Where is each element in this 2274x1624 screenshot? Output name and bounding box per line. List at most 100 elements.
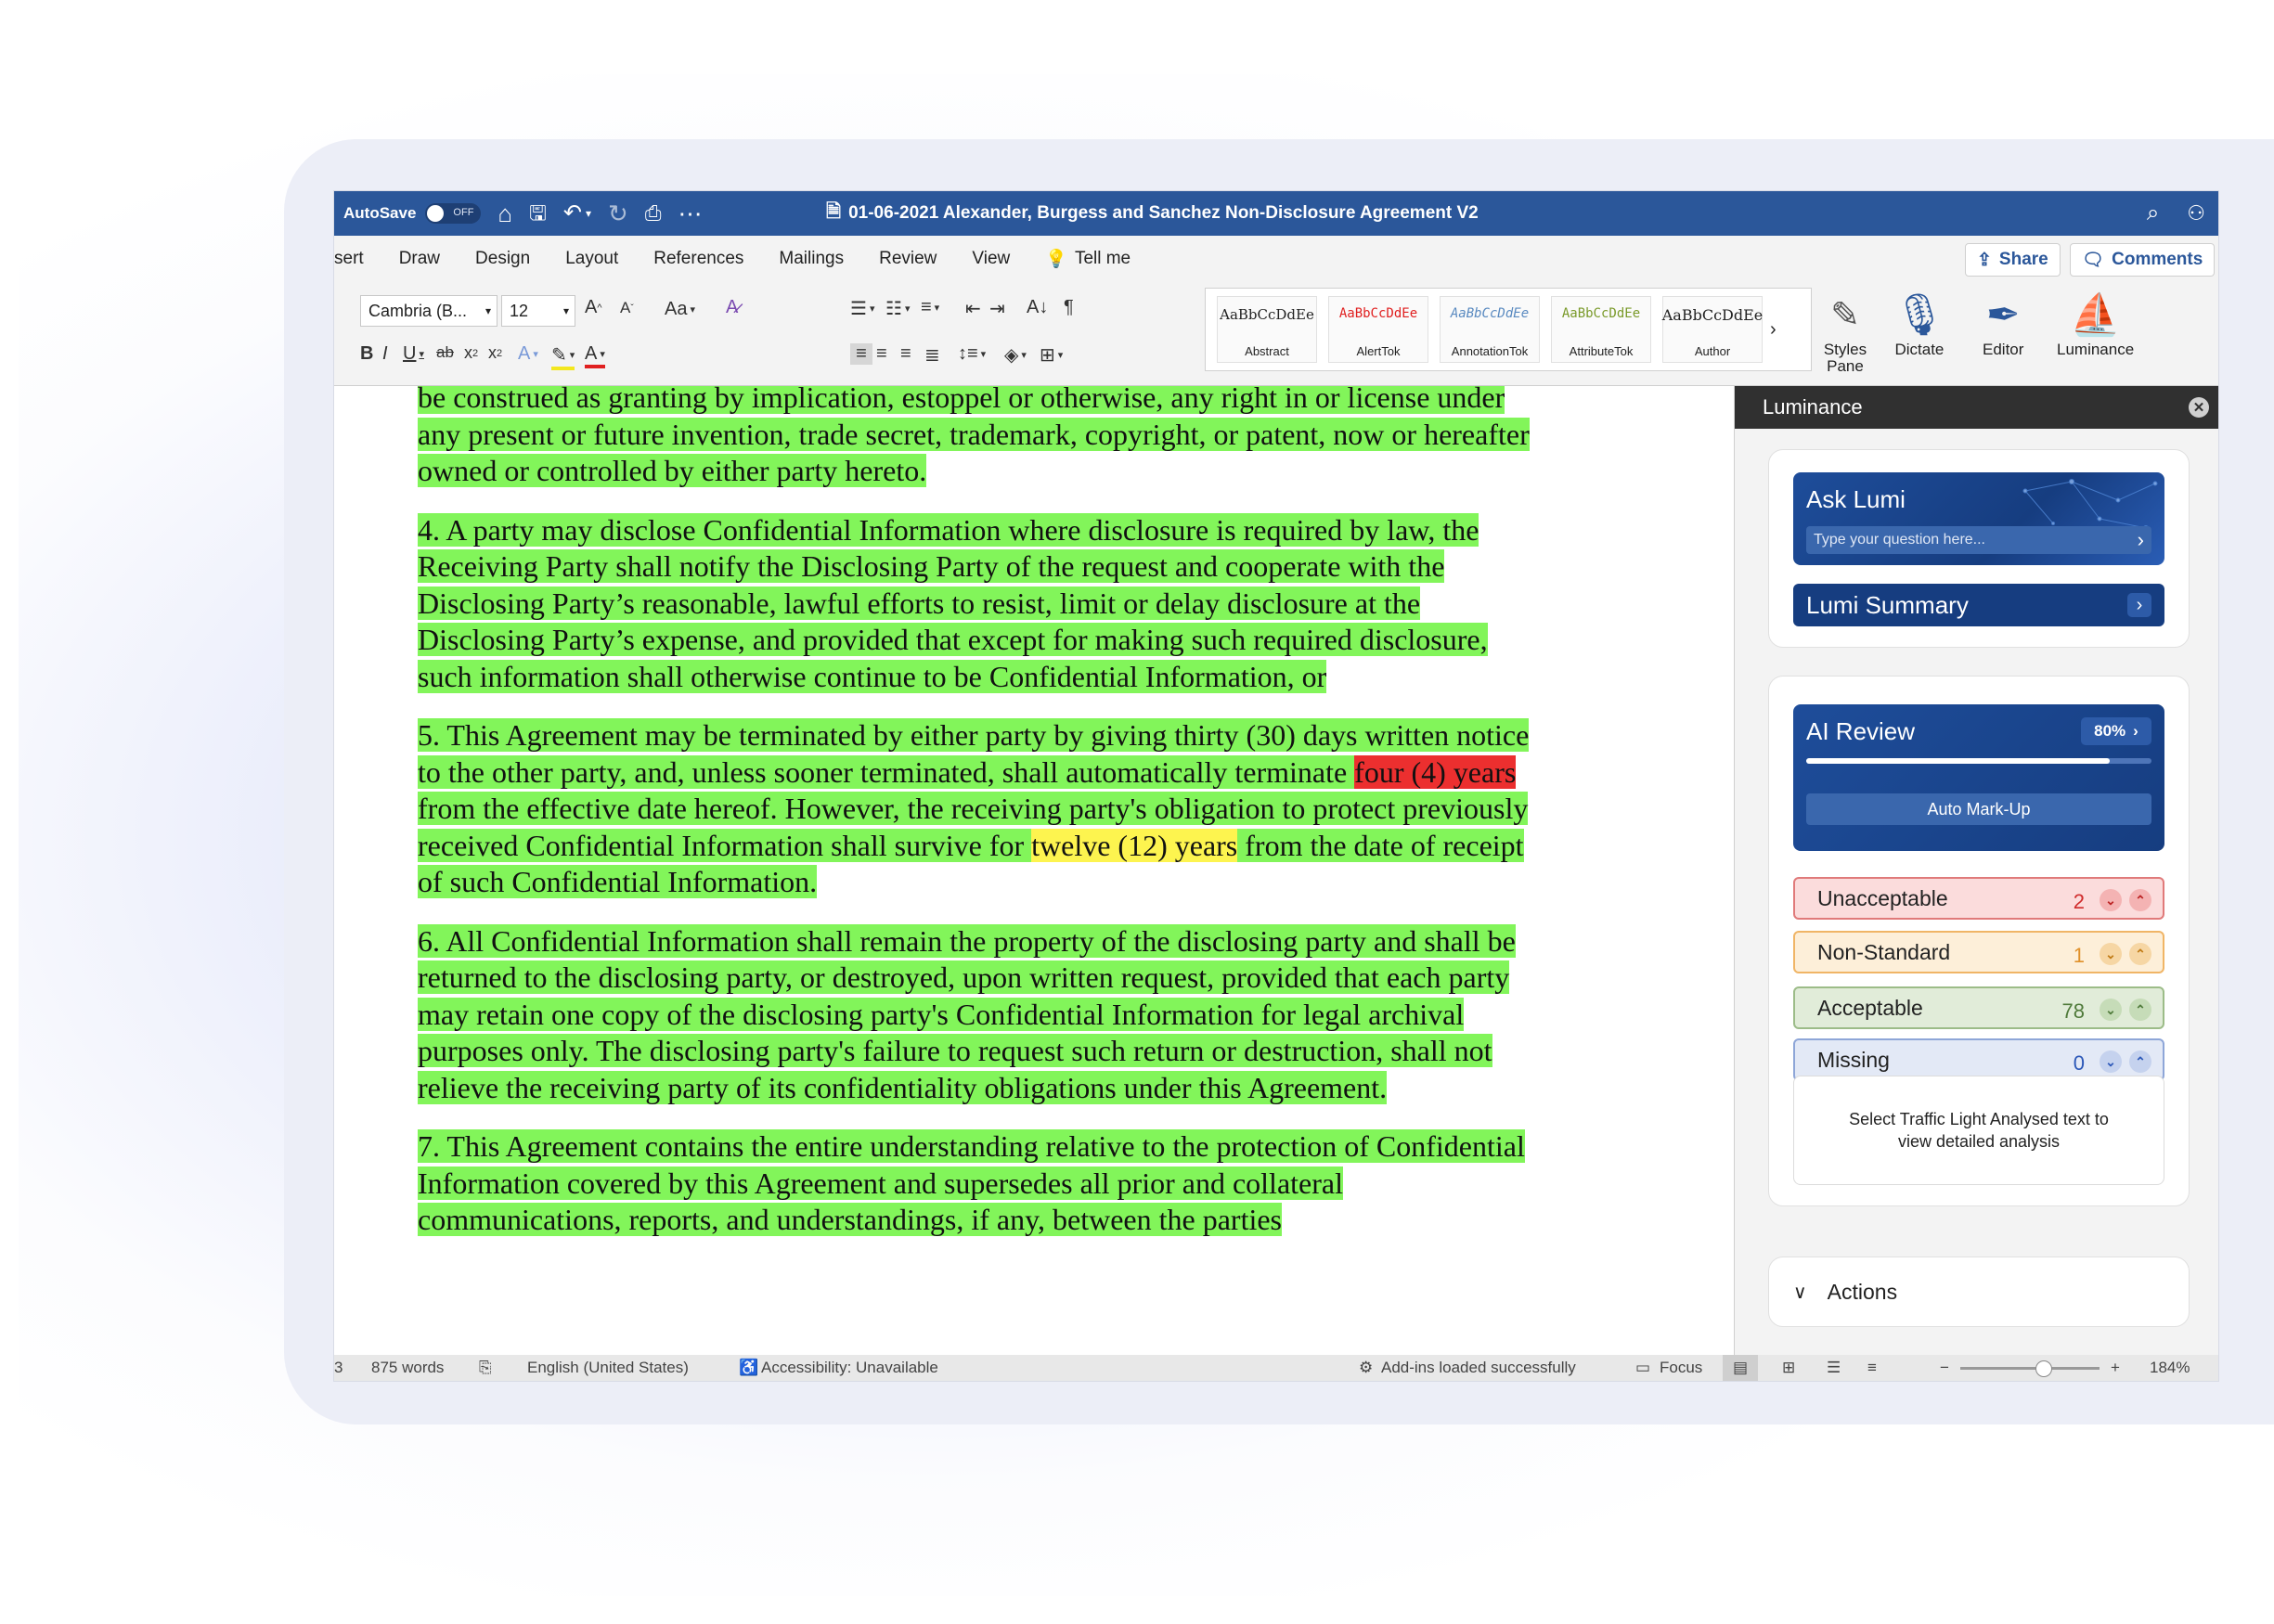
tab-review[interactable]: Review (879, 249, 937, 269)
style-attributetok[interactable]: AaBbCcDdEe AttributeTok (1551, 296, 1651, 363)
word-count[interactable]: 875 words (371, 1359, 444, 1377)
chevron-up-icon[interactable]: ⌃ (2129, 943, 2151, 965)
strikethrough-icon[interactable]: ab (436, 343, 454, 362)
paragraph-4[interactable]: 4. A party may disclose Confidential Inf… (418, 512, 1531, 696)
lumi-summary-button[interactable]: Lumi Summary › (1793, 584, 2164, 626)
search-icon[interactable]: ⌕ (2147, 200, 2159, 226)
increase-indent-icon[interactable]: ⇥ (989, 297, 1005, 320)
paragraph-6[interactable]: 6. All Confidential Information shall re… (418, 923, 1531, 1107)
sort-icon[interactable]: A↓ (1027, 297, 1048, 318)
font-color-icon[interactable]: A ▾ (585, 343, 605, 368)
green-highlight-text[interactable]: 4. A party may disclose Confidential Inf… (418, 512, 1488, 693)
clear-format-icon[interactable]: A̷ (726, 297, 738, 318)
actions-section[interactable]: ∨ Actions (1768, 1257, 2190, 1327)
tab-design[interactable]: Design (475, 249, 530, 269)
green-highlight-text[interactable]: 7. This Agreement contains the entire un… (418, 1129, 1525, 1236)
subscript-icon[interactable]: x2 (464, 343, 478, 363)
chevron-down-icon[interactable]: ⌄ (2100, 889, 2122, 911)
paragraph-mark-icon[interactable]: ¶ (1064, 297, 1074, 318)
bold-icon[interactable]: B (360, 343, 373, 365)
font-name-select[interactable]: Cambria (B... ▾ (360, 295, 497, 327)
tab-layout[interactable]: Layout (565, 249, 618, 269)
focus-mode[interactable]: Focus (1660, 1359, 1702, 1377)
home-icon[interactable]: ⌂ (497, 201, 512, 226)
tell-me[interactable]: 💡 Tell me (1045, 248, 1131, 270)
account-icon[interactable]: ⚇ (2187, 201, 2205, 226)
change-case-icon[interactable]: Aa ▾ (665, 299, 695, 320)
draft-icon[interactable]: ≡ (1867, 1359, 1877, 1377)
zoom-slider[interactable] (1960, 1360, 2100, 1377)
styles-pane-button[interactable]: ✎ Styles Pane (1817, 290, 1873, 375)
font-size-select[interactable]: 12 ▾ (501, 295, 575, 327)
align-right-icon[interactable]: ≡ (900, 343, 911, 365)
print-layout-icon[interactable]: ▤ (1723, 1355, 1758, 1381)
tab-view[interactable]: View (972, 249, 1010, 269)
category-acceptable[interactable]: Acceptable 78 ⌄ ⌃ (1793, 986, 2164, 1029)
chevron-up-icon[interactable]: ⌃ (2129, 999, 2151, 1021)
yellow-highlight-text[interactable]: twelve (12) years (1031, 828, 1238, 862)
language[interactable]: English (United States) (527, 1359, 689, 1377)
italic-icon[interactable]: I (382, 343, 388, 365)
paragraph-3-end[interactable]: be construed as granting by implication,… (418, 386, 1531, 490)
zoom-level[interactable]: 184% (2150, 1359, 2190, 1377)
page-indicator[interactable]: 3 (334, 1359, 342, 1377)
tab-references[interactable]: References (653, 249, 743, 269)
decrease-indent-icon[interactable]: ⇤ (965, 297, 981, 320)
tab-mailings[interactable]: Mailings (779, 249, 844, 269)
green-highlight-text[interactable]: be construed as granting by implication,… (418, 386, 1530, 487)
comments-button[interactable]: 🗨 Comments (2070, 243, 2216, 277)
gallery-next-icon[interactable]: › (1770, 319, 1777, 341)
share-button[interactable]: ⇪ Share (1965, 243, 2061, 277)
style-alerttok[interactable]: AaBbCcDdEe AlertTok (1328, 296, 1428, 363)
category-non-standard[interactable]: Non-Standard 1 ⌄ ⌃ (1793, 931, 2164, 973)
chevron-down-icon[interactable]: ⌄ (2100, 943, 2122, 965)
outline-icon[interactable]: ☰ (1827, 1359, 1841, 1377)
multilevel-list-icon[interactable]: ≡ ▾ (921, 297, 939, 318)
red-highlight-text[interactable]: four (4) years (1354, 754, 1517, 789)
justify-icon[interactable]: ≣ (924, 343, 940, 367)
chevron-up-icon[interactable]: ⌃ (2129, 889, 2151, 911)
accessibility-status[interactable]: Accessibility: Unavailable (761, 1359, 938, 1377)
undo-icon[interactable]: ↶ ▾ (563, 201, 591, 226)
chevron-down-icon[interactable]: ⌄ (2100, 999, 2122, 1021)
redo-icon[interactable]: ↻ (608, 201, 628, 226)
tab-insert[interactable]: sert (334, 249, 364, 269)
luminance-button[interactable]: ⛵ Luminance (2057, 290, 2134, 358)
paragraph-5[interactable]: 5. This Agreement may be terminated by e… (418, 717, 1531, 901)
align-left-icon[interactable]: ≡ (850, 343, 872, 365)
grow-font-icon[interactable]: A ^ (585, 297, 602, 318)
dictate-button[interactable]: 🎙 Dictate (1893, 290, 1945, 358)
chevron-up-icon[interactable]: ⌃ (2129, 1050, 2151, 1073)
ask-lumi-input[interactable]: Type your question here... › (1806, 526, 2151, 554)
tab-draw[interactable]: Draw (399, 249, 440, 269)
superscript-icon[interactable]: x2 (488, 343, 502, 363)
highlight-icon[interactable]: ✎ ▾ (551, 343, 575, 370)
paragraph-7[interactable]: 7. This Agreement contains the entire un… (418, 1128, 1531, 1239)
zoom-in-icon[interactable]: + (2111, 1359, 2120, 1377)
style-annotationtok[interactable]: AaBbCcDdEe AnnotationTok (1440, 296, 1540, 363)
ai-review-percent[interactable]: 80% › (2081, 717, 2151, 745)
style-abstract[interactable]: AaBbCcDdEe Abstract (1217, 296, 1317, 363)
proofing-icon[interactable]: ⎘ (479, 1359, 492, 1377)
print-icon[interactable]: ⎙ (645, 201, 662, 226)
more-icon[interactable]: ⋯ (678, 201, 702, 226)
document-area[interactable]: be construed as granting by implication,… (334, 386, 1734, 1355)
text-effects-icon[interactable]: A ▾ (518, 343, 538, 365)
category-unacceptable[interactable]: Unacceptable 2 ⌄ ⌃ (1793, 877, 2164, 920)
underline-icon[interactable]: U ▾ (403, 343, 424, 365)
zoom-out-icon[interactable]: − (1940, 1359, 1949, 1377)
green-highlight-text[interactable]: 6. All Confidential Information shall re… (418, 923, 1516, 1104)
shrink-font-icon[interactable]: Aˇ (620, 299, 634, 317)
borders-icon[interactable]: ⊞ ▾ (1040, 343, 1063, 367)
auto-markup-button[interactable]: Auto Mark-Up (1806, 793, 2151, 825)
zoom-slider-knob[interactable] (2035, 1360, 2052, 1377)
chevron-right-icon[interactable]: › (2138, 528, 2144, 552)
align-center-icon[interactable]: ≡ (876, 343, 887, 365)
chevron-down-icon[interactable]: ⌄ (2100, 1050, 2122, 1073)
numbering-icon[interactable]: ☷ ▾ (885, 297, 910, 320)
save-icon[interactable]: 🖫 (529, 201, 547, 226)
style-author[interactable]: AaBbCcDdEe Author (1662, 296, 1763, 363)
close-icon[interactable]: ✕ (2189, 397, 2209, 418)
web-layout-icon[interactable]: ⊞ (1782, 1359, 1795, 1377)
shading-icon[interactable]: ◈ ▾ (1004, 343, 1027, 367)
